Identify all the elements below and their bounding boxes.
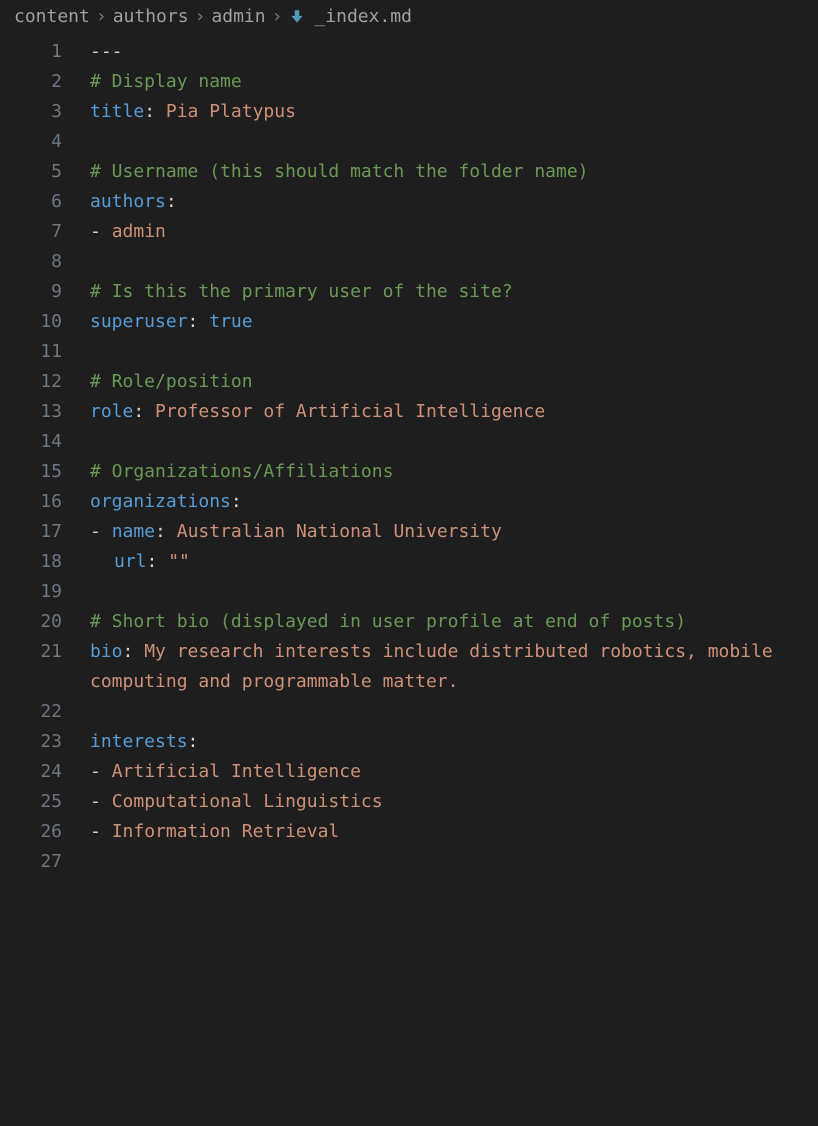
code-line[interactable]: - Computational Linguistics — [90, 787, 808, 817]
breadcrumb-item[interactable]: authors — [113, 6, 189, 27]
breadcrumb: content › authors › admin › _index.md — [0, 0, 818, 33]
line-number: 3 — [0, 97, 62, 127]
line-number: 24 — [0, 757, 62, 787]
code-line[interactable]: superuser: true — [90, 307, 808, 337]
chevron-right-icon: › — [96, 6, 107, 27]
line-number: 25 — [0, 787, 62, 817]
code-line[interactable]: # Username (this should match the folder… — [90, 157, 808, 187]
line-number: 13 — [0, 397, 62, 427]
breadcrumb-item[interactable]: admin — [211, 6, 265, 27]
line-number: 4 — [0, 127, 62, 157]
line-number: 12 — [0, 367, 62, 397]
line-number: 14 — [0, 427, 62, 457]
code-line[interactable]: - Information Retrieval — [90, 817, 808, 847]
line-number: 16 — [0, 487, 62, 517]
code-line[interactable]: # Short bio (displayed in user profile a… — [90, 607, 808, 637]
chevron-right-icon: › — [272, 6, 283, 27]
code-line[interactable] — [90, 577, 808, 607]
line-number: 8 — [0, 247, 62, 277]
line-number: 6 — [0, 187, 62, 217]
line-number: 9 — [0, 277, 62, 307]
code-content[interactable]: ---# Display nametitle: Pia Platypus # Us… — [90, 37, 818, 877]
code-line[interactable]: url: "" — [90, 547, 808, 577]
line-number: 2 — [0, 67, 62, 97]
code-line[interactable]: # Is this the primary user of the site? — [90, 277, 808, 307]
line-number: 15 — [0, 457, 62, 487]
code-line[interactable] — [90, 847, 808, 877]
line-number: 10 — [0, 307, 62, 337]
line-number: 18 — [0, 547, 62, 577]
line-number: 21 — [0, 637, 62, 697]
line-number: 22 — [0, 697, 62, 727]
code-line[interactable]: - name: Australian National University — [90, 517, 808, 547]
line-number: 11 — [0, 337, 62, 367]
line-number: 17 — [0, 517, 62, 547]
line-number: 23 — [0, 727, 62, 757]
markdown-file-icon — [288, 8, 306, 26]
code-line[interactable]: # Display name — [90, 67, 808, 97]
code-line[interactable]: organizations: — [90, 487, 808, 517]
code-line[interactable] — [90, 427, 808, 457]
line-number-gutter: 1234567891011121314151617181920212223242… — [0, 37, 90, 877]
code-line[interactable]: --- — [90, 37, 808, 67]
code-line[interactable]: - admin — [90, 217, 808, 247]
breadcrumb-item[interactable]: _index.md — [314, 6, 412, 27]
code-line[interactable]: title: Pia Platypus — [90, 97, 808, 127]
code-editor[interactable]: 1234567891011121314151617181920212223242… — [0, 33, 818, 877]
line-number: 27 — [0, 847, 62, 877]
code-line[interactable]: - Artificial Intelligence — [90, 757, 808, 787]
line-number: 1 — [0, 37, 62, 67]
line-number: 19 — [0, 577, 62, 607]
line-number: 7 — [0, 217, 62, 247]
code-line[interactable]: bio: My research interests include distr… — [90, 637, 808, 697]
code-line[interactable] — [90, 337, 808, 367]
code-line[interactable]: interests: — [90, 727, 808, 757]
code-line[interactable] — [90, 247, 808, 277]
line-number: 5 — [0, 157, 62, 187]
line-number: 20 — [0, 607, 62, 637]
code-line[interactable] — [90, 127, 808, 157]
chevron-right-icon: › — [195, 6, 206, 27]
code-line[interactable]: role: Professor of Artificial Intelligen… — [90, 397, 808, 427]
code-line[interactable]: authors: — [90, 187, 808, 217]
code-line[interactable] — [90, 697, 808, 727]
code-line[interactable]: # Organizations/Affiliations — [90, 457, 808, 487]
code-line[interactable]: # Role/position — [90, 367, 808, 397]
line-number: 26 — [0, 817, 62, 847]
breadcrumb-item[interactable]: content — [14, 6, 90, 27]
